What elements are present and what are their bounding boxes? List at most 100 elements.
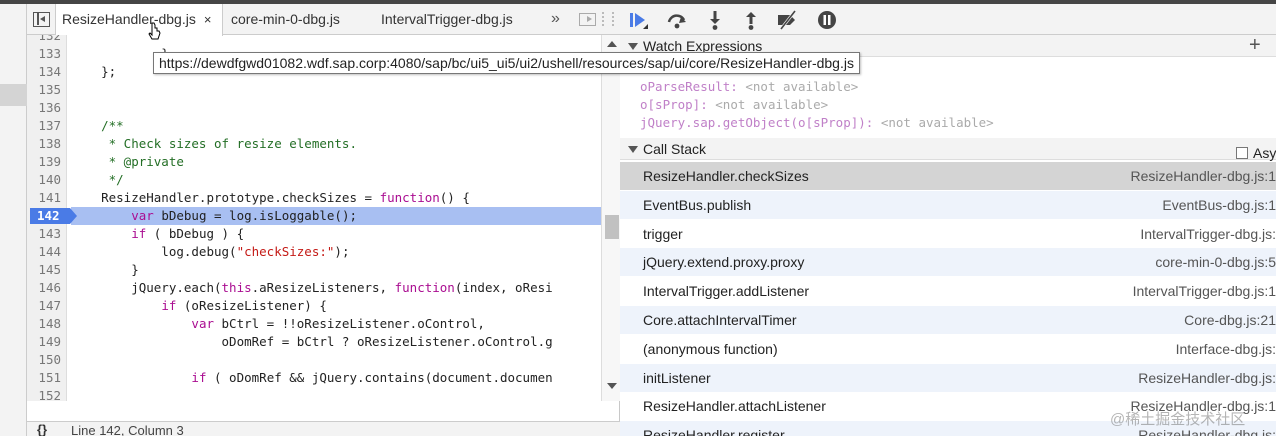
call-frame[interactable]: EventBus.publish EventBus-dbg.js:1 (620, 190, 1276, 220)
collapse-triangle-icon[interactable] (628, 43, 638, 50)
tab-core-min[interactable]: core-min-0-dbg.js (231, 4, 340, 35)
line-number[interactable]: 143 (27, 225, 61, 243)
code-line[interactable]: 144 log.debug("checkSizes:"); (27, 243, 601, 261)
close-tab-icon[interactable]: × (204, 12, 212, 27)
code-text: if ( oDomRef && jQuery.contains(document… (191, 370, 553, 385)
code-line[interactable]: 138 * Check sizes of resize elements. (27, 135, 601, 153)
tabs-overflow-button[interactable]: » (551, 10, 560, 28)
vertical-scroll-thumb[interactable] (605, 215, 619, 239)
code-text: oDomRef = bCtrl ? oResizeListener.oContr… (71, 334, 553, 349)
tab-label: IntervalTrigger-dbg.js (381, 11, 513, 27)
line-number[interactable]: 140 (27, 171, 61, 189)
scroll-down-icon[interactable] (607, 383, 617, 389)
call-frame[interactable]: IntervalTrigger.addListener IntervalTrigg… (620, 277, 1276, 307)
code-line[interactable]: 139 * @private (27, 153, 601, 171)
call-frame-location[interactable]: Core-dbg.js:21 (1184, 306, 1276, 334)
code-text: }; (71, 64, 117, 79)
deactivate-breakpoints-icon[interactable] (776, 9, 798, 31)
watch-item[interactable]: o[sProp]: <not available> (640, 96, 828, 114)
call-frame-location[interactable]: ResizeHandler-dbg.js:1 (1130, 162, 1276, 190)
call-frame-location[interactable]: core-min-0-dbg.js:5 (1155, 248, 1276, 276)
call-frame[interactable]: Core.attachIntervalTimer Core-dbg.js:21 (620, 306, 1276, 335)
code-line[interactable]: 136 (27, 99, 601, 117)
call-frame-function: ResizeHandler.attachListener (643, 398, 826, 415)
line-number[interactable]: 134 (27, 63, 61, 81)
pane-splitter-handle[interactable] (602, 12, 614, 26)
code-line[interactable]: 135 (27, 81, 601, 99)
code-text: */ (71, 172, 124, 187)
code-line[interactable]: 149 oDomRef = bCtrl ? oResizeListener.oC… (27, 333, 601, 351)
code-text: * Check sizes of resize elements. (71, 136, 357, 151)
vertical-scrollbar[interactable] (601, 35, 620, 401)
line-number[interactable]: 149 (27, 333, 61, 351)
line-number[interactable]: 151 (27, 369, 61, 387)
line-number[interactable]: 145 (27, 261, 61, 279)
call-frame-location[interactable]: IntervalTrigger-dbg.js:1 (1133, 277, 1276, 305)
line-number[interactable]: 148 (27, 315, 61, 333)
checkbox-icon[interactable] (1236, 147, 1248, 159)
call-frame[interactable]: ResizeHandler.checkSizes ResizeHandler-db… (620, 162, 1276, 191)
code-text: if (oResizeListener) { (161, 298, 327, 313)
code-text: * @private (71, 154, 184, 169)
line-number[interactable]: 150 (27, 351, 61, 369)
step-out-icon[interactable] (740, 9, 762, 31)
async-checkbox[interactable]: Asy (1236, 142, 1276, 164)
code-line[interactable]: 146 jQuery.each(this.aResizeListeners, f… (27, 279, 601, 297)
call-frame-location[interactable]: EventBus-dbg.js:1 (1162, 191, 1276, 219)
code-line[interactable]: 142 var bDebug = log.isLoggable(); (27, 207, 601, 225)
code-line[interactable]: 143 if ( bDebug ) { (27, 225, 601, 243)
pause-on-exceptions-icon[interactable] (816, 9, 838, 31)
step-into-icon[interactable] (704, 9, 726, 31)
line-number[interactable]: 136 (27, 99, 61, 117)
code-line[interactable]: 150 (27, 351, 601, 369)
call-frame[interactable]: trigger IntervalTrigger-dbg.js: (620, 220, 1276, 249)
code-line[interactable]: 152 (27, 387, 601, 401)
tab-resizehandler[interactable]: ResizeHandler-dbg.js × (55, 4, 223, 36)
line-number[interactable]: 137 (27, 117, 61, 135)
toggle-debugger-icon[interactable] (579, 13, 596, 26)
add-watch-button[interactable]: + (1249, 35, 1261, 55)
line-number[interactable]: 152 (27, 387, 61, 401)
call-frame[interactable]: jQuery.extend.proxy.proxy core-min-0-dbg.… (620, 248, 1276, 278)
code-line[interactable]: 147 if (oResizeListener) { (27, 297, 601, 315)
call-frame-function: EventBus.publish (643, 196, 752, 213)
step-over-icon[interactable] (666, 9, 688, 31)
resume-icon[interactable] (628, 9, 650, 31)
call-frame-location[interactable]: ResizeHandler-dbg.js: (1138, 364, 1276, 392)
call-frame-location[interactable]: Interface-dbg.js: (1176, 335, 1276, 363)
breakpoint-marker[interactable]: 142 (30, 208, 77, 224)
code-line[interactable]: 151 if ( oDomRef && jQuery.contains(docu… (27, 369, 601, 387)
code-line[interactable]: 132 (27, 35, 601, 45)
watch-item[interactable]: jQuery.sap.getObject(o[sProp]): <not ava… (640, 114, 994, 132)
call-frame[interactable]: (anonymous function) Interface-dbg.js: (620, 335, 1276, 364)
code-area[interactable]: 132 133 } 134 }; 135 136 137 /** 138 * Check s… (27, 35, 620, 401)
line-number[interactable]: 147 (27, 297, 61, 315)
scroll-up-icon[interactable] (607, 41, 617, 47)
line-number[interactable]: 135 (27, 81, 61, 99)
call-frame[interactable]: initListener ResizeHandler-dbg.js: (620, 363, 1276, 393)
line-number[interactable]: 146 (27, 279, 61, 297)
line-number[interactable]: 133 (27, 45, 61, 63)
code-line[interactable]: 145 } (27, 261, 601, 279)
call-frame-function: IntervalTrigger.addListener (643, 283, 810, 300)
collapse-triangle-icon[interactable] (628, 146, 638, 153)
code-line[interactable]: 141 ResizeHandler.prototype.checkSizes =… (27, 189, 601, 207)
call-frame-location[interactable]: IntervalTrigger-dbg.js: (1140, 220, 1276, 248)
code-line[interactable]: 140 */ (27, 171, 601, 189)
code-text: log.debug("checkSizes:"); (71, 244, 350, 259)
code-line[interactable]: 148 var bCtrl = !!oResizeListener.oContr… (27, 315, 601, 333)
navigator-selected-row[interactable] (0, 84, 27, 106)
tab-label: ResizeHandler-dbg.js (62, 11, 196, 27)
pretty-print-button[interactable]: {} (37, 422, 47, 436)
call-stack-header[interactable]: Call Stack Asy (620, 138, 1276, 161)
line-number[interactable]: 132 (27, 35, 61, 45)
line-number[interactable]: 138 (27, 135, 61, 153)
line-number[interactable]: 139 (27, 153, 61, 171)
tab-intervaltrigger[interactable]: IntervalTrigger-dbg.js (381, 4, 513, 35)
tab-label: core-min-0-dbg.js (231, 11, 340, 27)
toggle-navigator-icon[interactable] (33, 12, 50, 27)
line-number[interactable]: 141 (27, 189, 61, 207)
code-line[interactable]: 137 /** (27, 117, 601, 135)
line-number[interactable]: 144 (27, 243, 61, 261)
watch-item[interactable]: oParseResult: <not available> (640, 78, 858, 96)
